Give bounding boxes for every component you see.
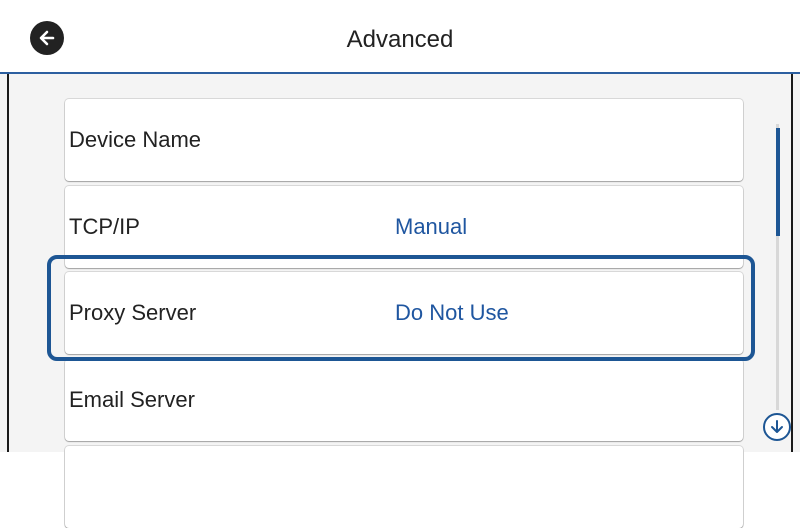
menu-item-device-name[interactable]: Device Name bbox=[65, 99, 743, 181]
page-title: Advanced bbox=[346, 26, 454, 53]
menu-item-next[interactable] bbox=[65, 446, 743, 528]
menu-item-label: Email Server bbox=[69, 387, 195, 412]
menu-item-label: Device Name bbox=[69, 127, 202, 152]
menu-item-email-server[interactable]: Email Server bbox=[65, 359, 743, 441]
scroll-down-button[interactable] bbox=[763, 413, 791, 441]
frame-left-edge bbox=[7, 74, 9, 452]
scrollbar-thumb[interactable] bbox=[776, 128, 780, 236]
frame-right-edge bbox=[791, 74, 793, 452]
selection-highlight bbox=[47, 255, 755, 361]
scroll-down-arrow-icon bbox=[771, 420, 783, 433]
